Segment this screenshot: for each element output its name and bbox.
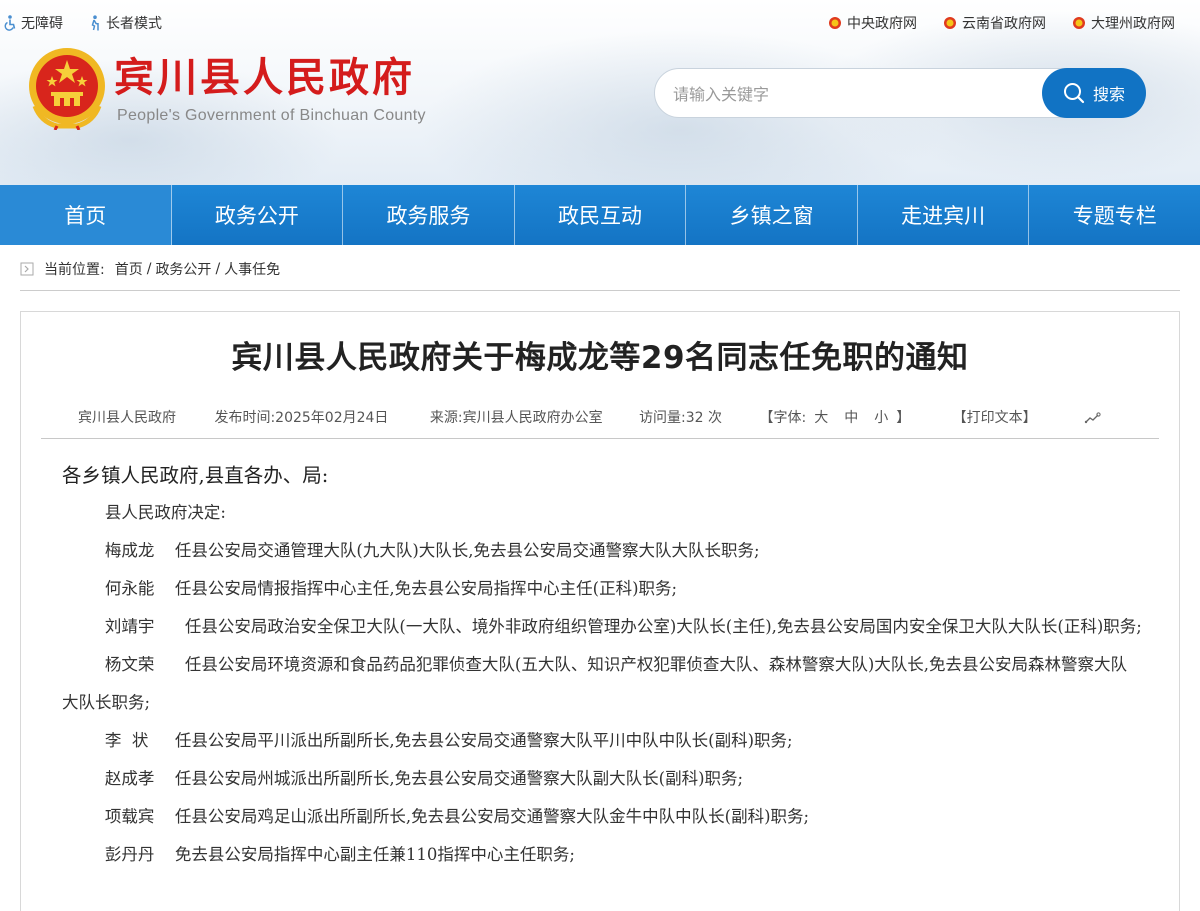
link-yunnan-gov[interactable]: 云南省政府网 [943,13,1046,33]
nav-special-topics[interactable]: 专题专栏 [1029,185,1200,245]
appointee-name: 李 状 [104,731,149,750]
font-size-large[interactable]: 大 [814,408,828,428]
appointment-text: 任县公安局环境资源和食品药品犯罪侦查大队(五大队、知识产权犯罪侦查大队、森林警察… [62,655,1128,712]
main-nav: 首页 政务公开 政务服务 政民互动 乡镇之窗 走进宾川 专题专栏 [0,185,1200,245]
appointment-text: 免去县公安局指挥中心副主任兼110指挥中心主任职务; [174,845,575,864]
search-button[interactable]: 搜索 [1042,68,1146,118]
appointee-name: 何永能 [104,579,155,598]
link-label: 中央政府网 [847,16,917,32]
appointee-name: 赵成孝 [104,769,155,788]
meta-publish-time: 发布时间:2025年02月24日 [214,410,389,426]
appointee-name: 杨文荣 [104,655,155,674]
emblem-small-icon [944,17,956,29]
link-central-gov[interactable]: 中央政府网 [828,13,917,33]
article-decision: 县人民政府决定: [104,503,226,522]
nav-about-binchuan[interactable]: 走进宾川 [858,185,1030,245]
accessibility-link[interactable]: 无障碍 [4,13,63,33]
accessibility-label: 无障碍 [21,16,63,32]
emblem-small-icon [1073,17,1085,29]
appointment-text: 任县公安局鸡足山派出所副所长,免去县公安局交通警察大队金牛中队中队长(副科)职务… [174,807,810,826]
article-panel: 宾川县人民政府关于梅成龙等29名同志任免职的通知 宾川县人民政府 发布时间:20… [20,311,1180,911]
appointment-text: 任县公安局州城派出所副所长,免去县公安局交通警察大队副大队长(副科)职务; [174,769,744,788]
site-subtitle: People's Government of Binchuan County [117,107,426,124]
font-size-close: 】 [896,410,911,426]
link-label: 云南省政府网 [962,16,1046,32]
font-size-small[interactable]: 小 [874,408,888,428]
article-body: 各乡镇人民政府,县直各办、局: 县人民政府决定: 梅成龙 任县公安局交通管理大队(… [62,458,1142,874]
elder-mode-link[interactable]: 长者模式 [89,13,162,33]
nav-gov-affairs-open[interactable]: 政务公开 [172,185,344,245]
appointment-item: 赵成孝 任县公安局州城派出所副所长,免去县公安局交通警察大队副大队长(副科)职务; [62,760,1142,798]
meta-source: 来源:宾川县人民政府办公室 [429,410,603,426]
font-size-label: 【字体: [759,410,807,426]
elder-icon [91,15,99,31]
appointment-item: 杨文荣 任县公安局环境资源和食品药品犯罪侦查大队(五大队、知识产权犯罪侦查大队、森… [62,646,1142,722]
breadcrumb-separator: / [215,261,221,277]
share-icon[interactable] [1084,411,1102,425]
nav-interaction[interactable]: 政民互动 [515,185,687,245]
breadcrumb-divider [20,290,1180,291]
national-emblem-logo[interactable] [27,46,107,130]
accessibility-icon [4,15,16,31]
breadcrumb: 当前位置: 首页 / 政务公开 / 人事任免 [20,258,280,280]
appointment-text: 任县公安局政治安全保卫大队(一大队、境外非政府组织管理办公室)大队长(主任),免… [184,617,1142,636]
article-salutation: 各乡镇人民政府,县直各办、局: [62,464,329,487]
meta-visits: 访问量:32 次 [639,410,723,426]
print-button[interactable]: 【打印文本】 [953,408,1037,428]
breadcrumb-separator: / [146,261,152,277]
font-size-medium[interactable]: 中 [844,408,858,428]
search-button-label: 搜索 [1092,85,1125,104]
search-box: 搜索 [654,68,1146,118]
topbar-left: 无障碍 长者模式 [4,13,162,33]
nav-townships[interactable]: 乡镇之窗 [686,185,858,245]
site-header: 无障碍 长者模式 中央政府网 云南省政府网 大理州政府网 宾川县人民政府 Peo… [0,0,1200,185]
article-title: 宾川县人民政府关于梅成龙等29名同志任免职的通知 [231,340,969,376]
appointment-item: 项载宾 任县公安局鸡足山派出所副所长,免去县公安局交通警察大队金牛中队中队长(副科… [62,798,1142,836]
appointment-item: 梅成龙 任县公安局交通管理大队(九大队)大队长,免去县公安局交通警察大队大队长职务… [62,532,1142,570]
appointee-name: 项载宾 [104,807,155,826]
appointment-item: 彭丹丹 免去县公安局指挥中心副主任兼110指挥中心主任职务; [62,836,1142,874]
breadcrumb-personnel[interactable]: 人事任免 [224,259,280,279]
appointment-item: 何永能 任县公安局情报指挥中心主任,免去县公安局指挥中心主任(正科)职务; [62,570,1142,608]
site-title[interactable]: 宾川县人民政府 [114,52,415,104]
appointee-name: 彭丹丹 [104,845,155,864]
appointment-text: 任县公安局平川派出所副所长,免去县公安局交通警察大队平川中队中队长(副科)职务; [174,731,793,750]
appointment-text: 任县公安局交通管理大队(九大队)大队长,免去县公安局交通警察大队大队长职务; [174,541,760,560]
appointment-item: 李 状 任县公安局平川派出所副所长,免去县公安局交通警察大队平川中队中队长(副科)… [62,722,1142,760]
emblem-small-icon [829,17,841,29]
topbar-right: 中央政府网 云南省政府网 大理州政府网 [828,13,1175,33]
link-dali-gov[interactable]: 大理州政府网 [1072,13,1175,33]
nav-home[interactable]: 首页 [0,185,172,245]
article-meta: 宾川县人民政府 发布时间:2025年02月24日 来源:宾川县人民政府办公室 访… [78,408,1037,428]
appointee-name: 梅成龙 [104,541,155,560]
elder-mode-label: 长者模式 [106,16,162,32]
breadcrumb-home[interactable]: 首页 [115,259,143,279]
search-input[interactable] [671,81,1035,107]
nav-gov-services[interactable]: 政务服务 [343,185,515,245]
appointee-name: 刘靖宇 [104,617,155,636]
search-icon [1063,83,1085,104]
meta-divider [41,438,1159,439]
breadcrumb-label: 当前位置: [44,262,105,278]
appointment-text: 任县公安局情报指挥中心主任,免去县公安局指挥中心主任(正科)职务; [174,579,678,598]
location-icon [20,262,34,276]
meta-org: 宾川县人民政府 [78,410,176,426]
font-size-control: 【字体: 大中小】 [760,408,911,428]
link-label: 大理州政府网 [1091,16,1175,32]
breadcrumb-gov-affairs[interactable]: 政务公开 [155,259,211,279]
appointment-item: 刘靖宇 任县公安局政治安全保卫大队(一大队、境外非政府组织管理办公室)大队长(主任… [62,608,1142,646]
